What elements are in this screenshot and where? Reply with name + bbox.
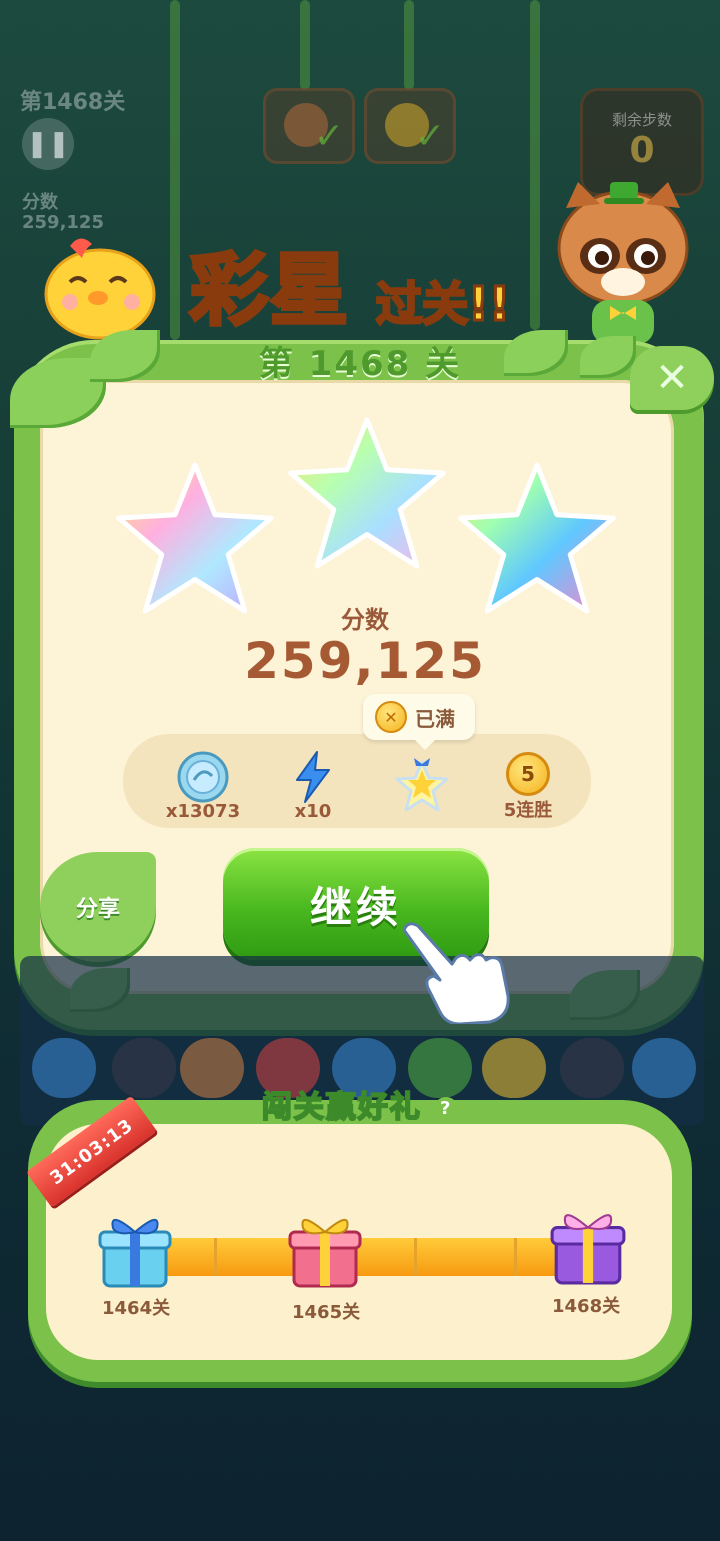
streak-medal-icon: 5 (506, 752, 550, 796)
moves-value: 0 (629, 130, 655, 171)
event-progress-bar (158, 1238, 570, 1276)
vine-decoration (404, 0, 414, 90)
reward-lightning: x10 (281, 734, 345, 828)
reward-streak-label: 5连胜 (503, 800, 553, 821)
milestone-label: 1468关 (552, 1296, 621, 1317)
goal-chick: ✓ (364, 88, 456, 164)
level-indicator: 第1468关 (20, 90, 126, 115)
victory-title: 彩星 过关!! (180, 228, 540, 338)
vine-decoration (170, 0, 180, 340)
rainbow-star-icon (458, 462, 616, 614)
share-button[interactable]: 分享 (40, 852, 156, 962)
raccoon-mascot (557, 182, 689, 344)
hud-score-value: 259,125 (22, 212, 104, 233)
pause-icon: ❚❚ (26, 129, 70, 159)
check-icon: ✓ (414, 116, 445, 157)
rainbow-star-icon (116, 462, 274, 614)
lightning-icon (296, 751, 330, 803)
reward-streak: 5 5连胜 (493, 734, 563, 828)
gift-box-pink-icon[interactable] (286, 1206, 364, 1290)
pointer-hand-icon (402, 922, 510, 1024)
help-icon[interactable]: ? (434, 1096, 459, 1121)
milestone-label: 1464关 (102, 1298, 171, 1319)
rainbow-star-icon (288, 417, 446, 569)
continue-button-label: 继续 (309, 882, 402, 932)
coin-icon: ✕ (375, 701, 407, 733)
hud-score-label: 分数 (22, 192, 58, 213)
rewards-bar: x13073 x10 5 5连胜 (123, 734, 591, 828)
victory-title-sub: 过关!! (375, 276, 512, 333)
reward-lightning-label: x10 (294, 801, 332, 822)
silver-coin-icon (177, 751, 229, 803)
event-title-text: 闯关赢好礼 (261, 1089, 422, 1126)
vine-decoration (300, 0, 310, 90)
reward-coins-label: x13073 (165, 801, 241, 822)
share-button-label: 分享 (75, 897, 120, 922)
star-jar-icon (395, 758, 449, 812)
streak-badge-number: 5 (521, 762, 535, 786)
score-label: 分数 (341, 606, 389, 634)
moves-label: 剩余步数 (611, 111, 672, 129)
full-tooltip: ✕ 已满 (363, 694, 475, 750)
goal-bear: ✓ (263, 88, 355, 164)
check-icon: ✓ (313, 116, 344, 157)
milestone-label: 1465关 (292, 1302, 361, 1323)
gift-box-blue-icon[interactable] (96, 1206, 174, 1290)
gift-box-purple-icon[interactable] (548, 1200, 628, 1288)
chick-mascot (44, 238, 156, 340)
event-progress-fill (158, 1238, 570, 1276)
score-value: 259,125 (244, 632, 486, 690)
close-icon: ✕ (655, 355, 689, 401)
victory-title-main: 彩星 (188, 244, 351, 338)
level-banner: 第 1468 关 (258, 344, 462, 384)
pause-button[interactable]: ❚❚ (22, 118, 74, 170)
close-button[interactable]: ✕ (630, 346, 714, 410)
reward-coins: x13073 (153, 734, 253, 828)
full-tooltip-text: 已满 (415, 706, 455, 731)
